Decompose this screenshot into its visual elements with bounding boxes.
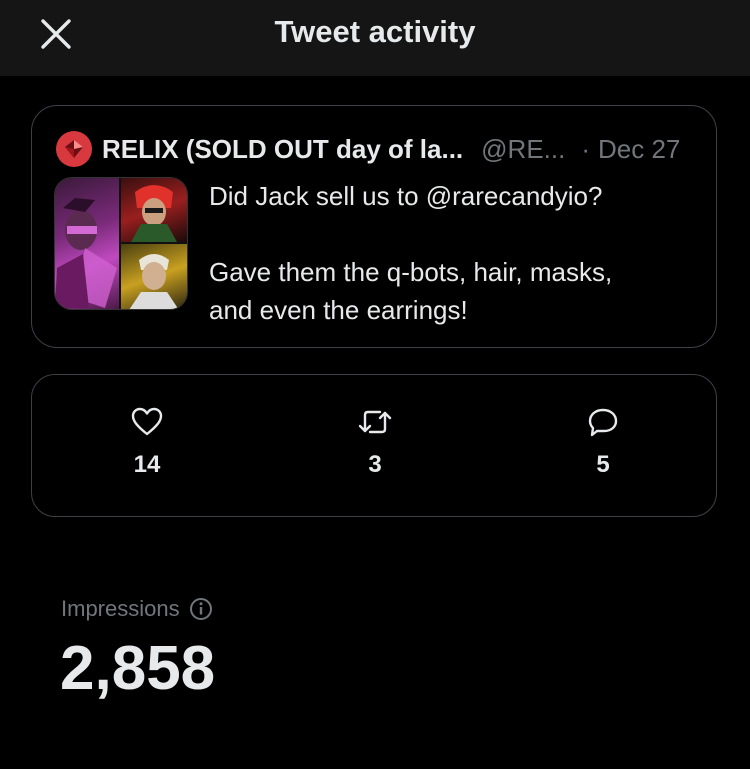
impressions-label-row: Impressions xyxy=(61,596,213,622)
retweets-count: 3 xyxy=(368,451,382,478)
impressions-label: Impressions xyxy=(61,596,180,621)
retweets-stat[interactable]: 3 xyxy=(335,407,415,479)
tweet-card[interactable]: RELIX (SOLD OUT day of la... @RE... · De… xyxy=(31,105,717,348)
replies-stat[interactable]: 5 xyxy=(563,407,643,479)
tweet-text: Did Jack sell us to @rarecandyio? Gave t… xyxy=(209,177,699,329)
media-image-1[interactable] xyxy=(55,178,119,309)
tweet-media[interactable] xyxy=(54,177,188,310)
likes-stat[interactable]: 14 xyxy=(107,407,187,479)
tweet-text-line: Did Jack sell us to @rarecandyio? xyxy=(209,181,603,211)
reply-icon xyxy=(588,408,618,437)
diamond-gem-icon xyxy=(65,140,83,158)
page-title: Tweet activity xyxy=(274,14,476,49)
info-icon[interactable] xyxy=(189,597,213,621)
separator-dot: · xyxy=(581,133,591,164)
media-image-3[interactable] xyxy=(121,244,187,309)
author-name[interactable]: RELIX (SOLD OUT day of la... xyxy=(102,134,463,165)
media-image-2[interactable] xyxy=(121,178,187,242)
author-row: RELIX (SOLD OUT day of la... @RE... · De… xyxy=(56,131,694,167)
tweet-date[interactable]: Dec 27 xyxy=(598,134,680,165)
tweet-text-line: and even the earrings! xyxy=(209,295,468,325)
header-bar: Tweet activity xyxy=(0,0,750,76)
avatar[interactable] xyxy=(56,131,92,167)
impressions-value: 2,858 xyxy=(60,634,216,703)
author-handle[interactable]: @RE... xyxy=(481,134,565,165)
engagement-stats-card: 14 3 5 xyxy=(31,374,717,517)
heart-icon xyxy=(131,407,163,436)
replies-count: 5 xyxy=(596,451,610,478)
retweet-icon xyxy=(358,410,392,434)
likes-count: 14 xyxy=(133,451,161,478)
tweet-text-line: Gave them the q-bots, hair, masks, xyxy=(209,257,613,287)
